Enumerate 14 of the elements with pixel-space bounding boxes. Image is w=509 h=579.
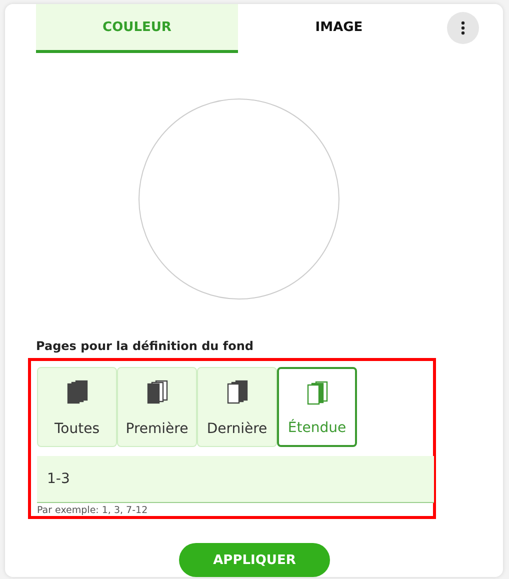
page-range-field[interactable]: 1-3: [37, 456, 434, 503]
page-option[interactable]: Toutes: [37, 367, 117, 447]
page-stack-icon: [146, 380, 168, 406]
page-option[interactable]: Dernière: [197, 367, 277, 447]
field-hint: Par exemple: 1, 3, 7-12: [37, 505, 149, 516]
page-stack-icon: [226, 380, 248, 406]
more-menu-button[interactable]: [447, 12, 479, 44]
page-stack-icon: [66, 380, 88, 406]
more-icon: [461, 21, 465, 35]
page-stack-icon: [306, 381, 328, 407]
section-label: Pages pour la définition du fond: [36, 339, 254, 353]
tab[interactable]: IMAGE: [238, 4, 440, 53]
page-option[interactable]: Première: [117, 367, 197, 447]
page-option[interactable]: Étendue: [277, 367, 357, 447]
